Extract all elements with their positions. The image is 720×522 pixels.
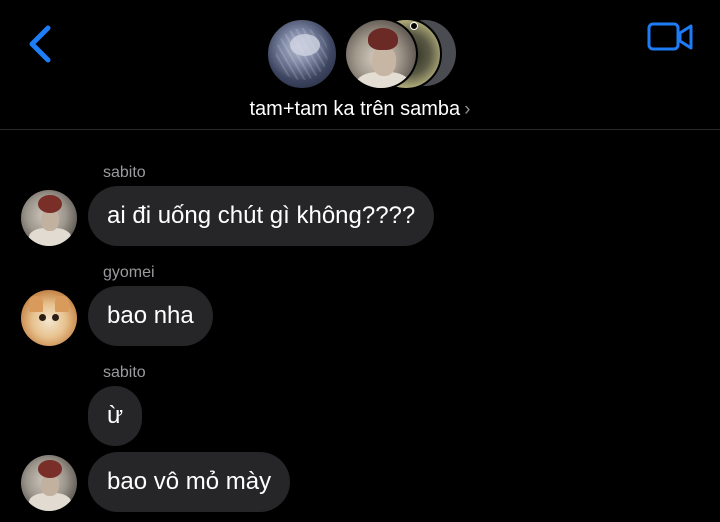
back-button[interactable] (22, 22, 62, 66)
chevron-right-icon: › (464, 99, 471, 120)
sender-name: sabito (103, 164, 146, 181)
video-camera-icon (647, 22, 693, 51)
message-bubble[interactable]: ai đi uống chút gì không???? (88, 186, 435, 246)
sender-name: sabito (103, 364, 146, 381)
message-bubble[interactable]: bao nha (88, 286, 213, 346)
avatar[interactable] (21, 455, 77, 511)
avatar[interactable] (21, 290, 77, 346)
message-bubble[interactable]: bao vô mỏ mày (88, 452, 291, 512)
group-name[interactable]: tam+tam ka trên samba › (0, 98, 720, 121)
sender-name: gyomei (103, 264, 155, 281)
group-name-text: tam+tam ka trên samba (249, 98, 461, 120)
group-avatars[interactable] (266, 16, 466, 90)
member-avatar (266, 18, 338, 90)
video-call-button[interactable] (646, 20, 694, 54)
online-dot-icon (410, 22, 418, 30)
avatar[interactable] (21, 190, 77, 246)
message-bubble[interactable]: ừ (88, 386, 143, 446)
chevron-left-icon (29, 25, 51, 63)
member-avatar (344, 18, 418, 90)
chat-header: tam+tam ka trên samba › (0, 0, 720, 130)
